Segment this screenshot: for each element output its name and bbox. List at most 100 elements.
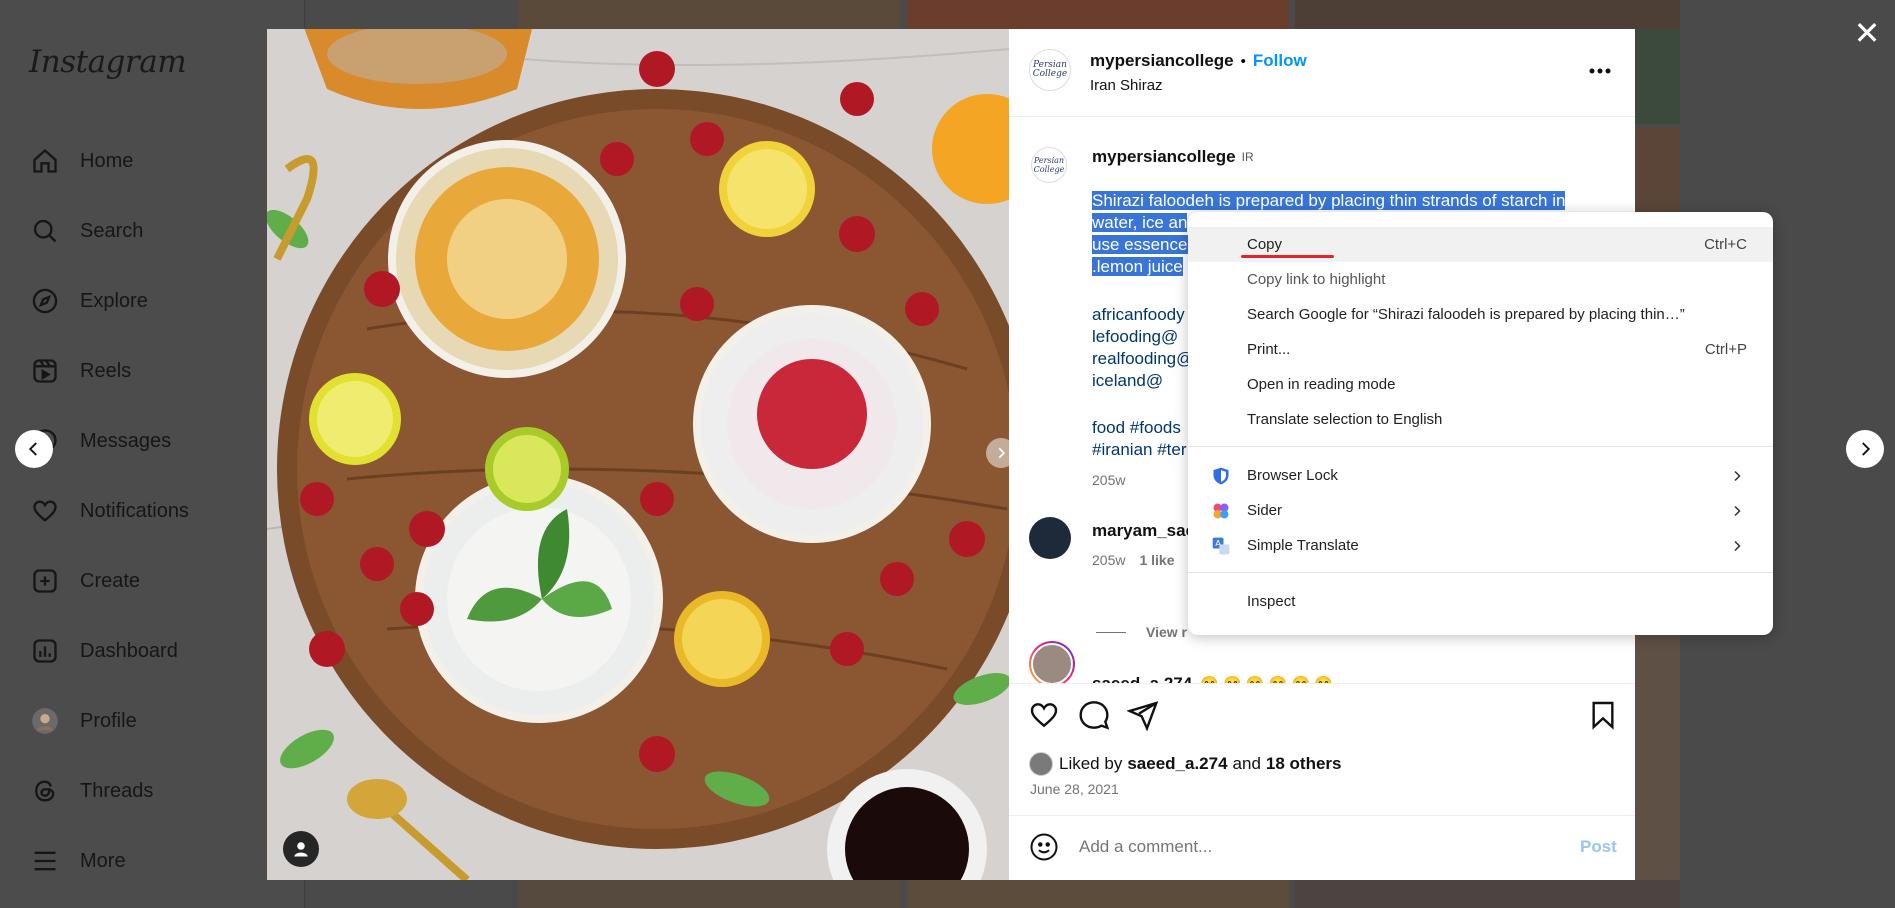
sidebar-item-label: Notifications: [80, 499, 189, 522]
menu-item-label: Browser Lock: [1247, 467, 1338, 484]
author-avatar[interactable]: Persian College: [1029, 49, 1071, 91]
divider: [1009, 815, 1635, 816]
menu-item-print[interactable]: Print... Ctrl+P: [1188, 332, 1773, 367]
chevron-right-icon: [1862, 442, 1871, 456]
home-icon: [30, 146, 60, 176]
faloodeh-photo: [267, 29, 1009, 880]
heart-icon: [1030, 703, 1058, 728]
sidebar-item-label: More: [80, 849, 126, 872]
grid-tile: [907, 0, 1289, 29]
profile-avatar: [30, 706, 60, 736]
sidebar-item-dashboard[interactable]: Dashboard: [30, 626, 280, 676]
post-image[interactable]: [267, 29, 1009, 880]
hashtag-link[interactable]: lefooding@: [1092, 326, 1193, 348]
post-date[interactable]: June 28, 2021: [1030, 781, 1119, 797]
menu-item-sider[interactable]: Sider: [1188, 493, 1773, 528]
highlight-underline: [1241, 255, 1334, 258]
comment-input[interactable]: [1079, 833, 1529, 861]
sidebar-item-search[interactable]: Search: [30, 206, 280, 256]
caption-age[interactable]: 205w: [1092, 472, 1125, 488]
image-next-button[interactable]: [986, 438, 1009, 468]
menu-item-copy-link[interactable]: Copy link to highlight: [1188, 262, 1773, 297]
menu-item-simple-translate[interactable]: A Simple Translate: [1188, 528, 1773, 563]
menu-item-label: Copy link to highlight: [1247, 271, 1386, 288]
sidebar-item-explore[interactable]: Explore: [30, 276, 280, 326]
caption-line: Shirazi faloodeh is prepared by placing …: [1092, 191, 1566, 210]
tagged-users-button[interactable]: [283, 831, 319, 867]
chevron-right-icon: [1734, 470, 1741, 481]
commenter-avatar[interactable]: [1029, 517, 1071, 559]
menu-item-shortcut: Ctrl+P: [1704, 341, 1747, 358]
caption-author-avatar[interactable]: Persian College: [1031, 147, 1067, 183]
commenter-avatar: [1031, 643, 1073, 685]
caption-line: use essences: [1092, 235, 1196, 254]
view-replies-link[interactable]: View r: [1146, 624, 1187, 640]
comment-button[interactable]: [1078, 699, 1110, 736]
menu-item-browser-lock[interactable]: Browser Lock: [1188, 458, 1773, 493]
hashtag-link[interactable]: iceland@: [1092, 370, 1193, 392]
sidebar-item-label: Messages: [80, 429, 172, 452]
screen: Instagram Home Search Explore Reels Mess…: [0, 0, 1895, 908]
author-username[interactable]: mypersiancollege: [1090, 51, 1234, 71]
liker-username[interactable]: saeed_a.274: [1127, 754, 1227, 774]
sidebar-item-notifications[interactable]: Notifications: [30, 486, 280, 536]
sidebar-item-label: Profile: [80, 709, 137, 732]
menu-item-inspect[interactable]: Inspect: [1188, 584, 1773, 619]
comment-likes[interactable]: 1 like: [1139, 552, 1174, 568]
sidebar-item-label: Home: [80, 149, 134, 172]
save-button[interactable]: [1587, 699, 1619, 736]
bookmark-icon: [1592, 701, 1614, 730]
context-menu: Copy Ctrl+C Copy link to highlight Searc…: [1188, 212, 1773, 635]
menu-item-reading-mode[interactable]: Open in reading mode: [1188, 367, 1773, 402]
sidebar-item-label: Explore: [80, 289, 148, 312]
previous-post-button[interactable]: [15, 430, 53, 468]
hashtag-link[interactable]: #iranian #ter: [1092, 439, 1187, 461]
post-header: Persian College mypersiancollege • Follo…: [1009, 29, 1635, 117]
menu-item-label: Sider: [1247, 502, 1283, 519]
grid-tile: [1295, 880, 1680, 908]
grid-tile: [518, 0, 900, 29]
share-button[interactable]: [1126, 699, 1159, 736]
close-modal-button[interactable]: ✕: [1852, 17, 1882, 49]
sidebar-item-reels[interactable]: Reels: [30, 346, 280, 396]
caption-author-username[interactable]: mypersiancollege: [1092, 147, 1236, 167]
hashtag-link[interactable]: food #foods: [1092, 417, 1187, 439]
grid-tile: [907, 880, 1289, 908]
more-options-button[interactable]: [1587, 61, 1615, 81]
hashtag-link[interactable]: africanfoody: [1092, 304, 1193, 326]
instagram-logo[interactable]: Instagram: [29, 44, 187, 80]
grid-tile: [1295, 0, 1680, 29]
commenter-username[interactable]: maryam_sae: [1092, 521, 1195, 541]
chevron-right-icon: [1734, 505, 1741, 516]
likes-count-link[interactable]: 18 others: [1266, 754, 1342, 774]
liked-by-and: and: [1232, 754, 1261, 773]
sidebar-item-more[interactable]: More: [30, 836, 280, 886]
menu-item-label: Translate selection to English: [1247, 411, 1443, 428]
sidebar-item-create[interactable]: Create: [30, 556, 280, 606]
caption-line: water, ice an: [1092, 213, 1188, 232]
post-comment-button[interactable]: Post: [1580, 837, 1617, 857]
dashboard-icon: [30, 636, 60, 666]
sidebar-item-label: Dashboard: [80, 639, 178, 662]
hashtag-link[interactable]: realfooding@: [1092, 348, 1193, 370]
emoji-button[interactable]: [1029, 832, 1059, 867]
menu-item-search-google[interactable]: Search Google for “Shirazi faloodeh is p…: [1188, 297, 1773, 332]
liker-avatar[interactable]: [1029, 752, 1053, 776]
story-ring[interactable]: [1029, 641, 1075, 687]
next-post-button[interactable]: [1846, 430, 1884, 468]
sidebar-item-threads[interactable]: Threads: [30, 766, 280, 816]
like-button[interactable]: [1028, 699, 1060, 736]
emoji-icon: [1030, 833, 1058, 861]
sidebar-item-home[interactable]: Home: [30, 136, 280, 186]
menu-separator: [1188, 446, 1773, 447]
post-location[interactable]: Iran Shiraz: [1090, 77, 1163, 94]
liked-by-prefix: Liked by: [1059, 754, 1123, 773]
sidebar-item-messages[interactable]: Messages: [30, 416, 280, 466]
sidebar-item-profile[interactable]: Profile: [30, 696, 280, 746]
menu-item-translate[interactable]: Translate selection to English: [1188, 402, 1773, 437]
follow-button[interactable]: Follow: [1253, 51, 1307, 71]
hashtag-list: africanfoody lefooding@ realfooding@ ice…: [1092, 304, 1193, 392]
comment-age[interactable]: 205w: [1092, 552, 1125, 568]
sider-icon: [1213, 503, 1229, 518]
sidebar-item-label: Search: [80, 219, 144, 242]
